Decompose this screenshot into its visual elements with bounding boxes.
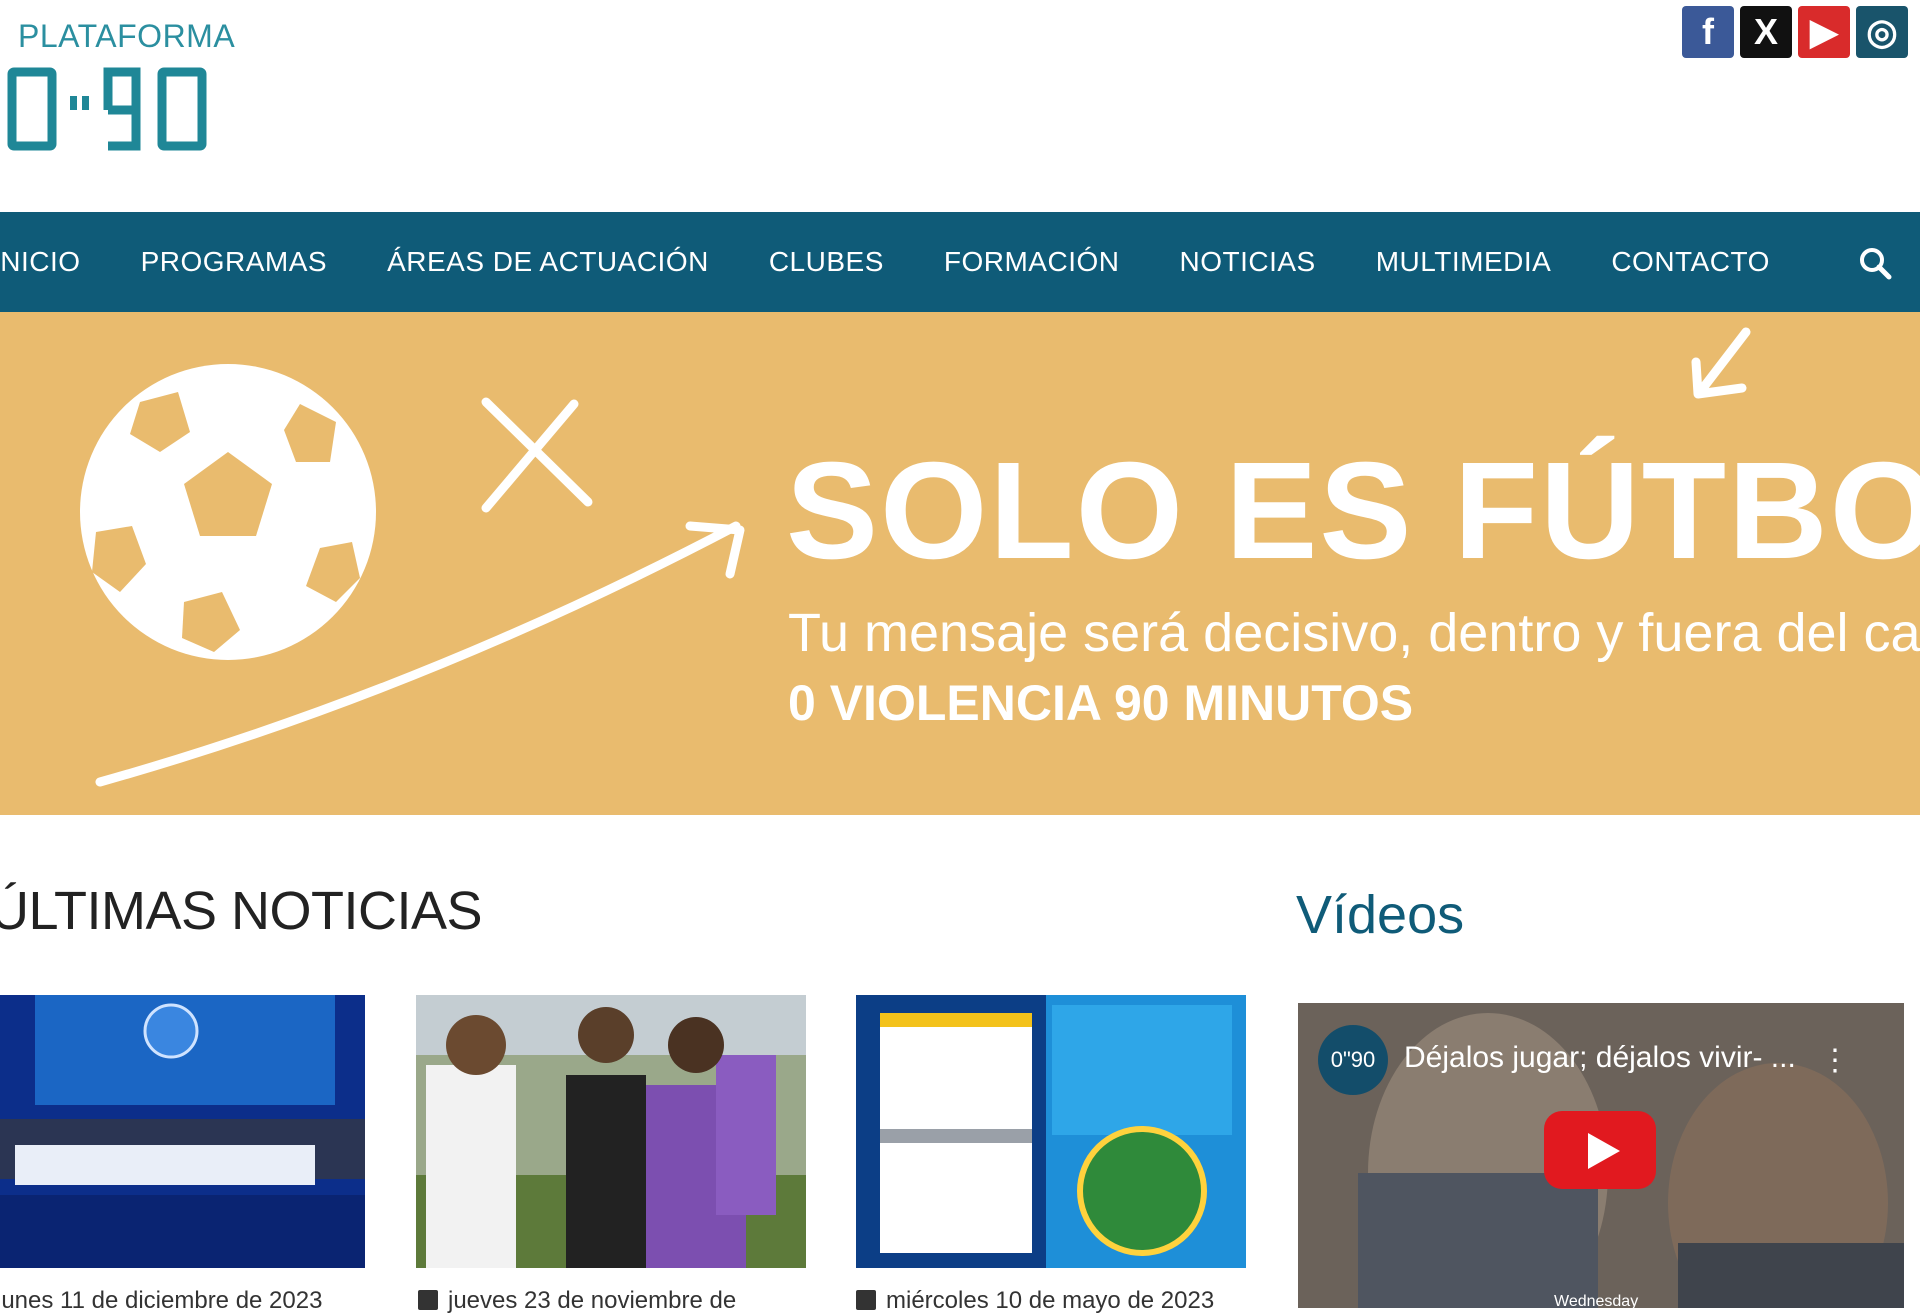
news-heading: ÚLTIMAS NOTICIAS <box>0 881 483 941</box>
players-photo <box>416 995 806 1268</box>
news-card-image[interactable] <box>856 995 1246 1268</box>
video-title[interactable]: Déjalos jugar; déjalos vivir- ... <box>1404 1041 1796 1075</box>
nav-item-contacto[interactable]: CONTACTO <box>1611 246 1770 278</box>
video-embed[interactable]: 0"90 Déjalos jugar; déjalos vivir- ... ⋮… <box>1298 1003 1904 1308</box>
more-options-icon[interactable]: ⋮ <box>1820 1043 1850 1078</box>
x-icon[interactable]: X <box>1740 6 1792 58</box>
news-date: miércoles 10 de mayo de 2023 <box>856 1287 1214 1315</box>
facebook-icon[interactable]: f <box>1682 6 1734 58</box>
x-mark-icon <box>481 397 593 513</box>
hero-title: SOLO ES FÚTBOL <box>786 434 1920 588</box>
videos-heading: Vídeos <box>1296 885 1465 945</box>
soccer-ball-icon <box>80 364 376 660</box>
news-date: lunes 11 de diciembre de 2023 <box>0 1287 323 1314</box>
site-header: PLATAFORMA f X ▶ ◎ <box>0 0 1920 212</box>
main-nav: INICIO PROGRAMAS ÁREAS DE ACTUACIÓN CLUB… <box>0 212 1920 312</box>
social-links: f X ▶ ◎ <box>1682 6 1908 58</box>
instagram-icon[interactable]: ◎ <box>1856 6 1908 58</box>
search-icon[interactable] <box>1858 246 1892 280</box>
news-card-image[interactable] <box>416 995 806 1268</box>
nav-item-inicio[interactable]: INICIO <box>0 246 81 278</box>
nav-item-multimedia[interactable]: MULTIMEDIA <box>1376 246 1552 278</box>
nav-item-areas[interactable]: ÁREAS DE ACTUACIÓN <box>387 246 709 278</box>
event-photo <box>0 995 365 1268</box>
nav-item-programas[interactable]: PROGRAMAS <box>141 246 328 278</box>
logo-top-text: PLATAFORMA <box>18 18 236 54</box>
nav-item-formacion[interactable]: FORMACIÓN <box>944 246 1120 278</box>
news-date: jueves 23 de noviembre de <box>418 1287 736 1315</box>
nav-item-noticias[interactable]: NOTICIAS <box>1179 246 1315 278</box>
tournament-poster <box>856 995 1246 1268</box>
calendar-icon <box>856 1290 876 1310</box>
play-button[interactable] <box>1544 1111 1656 1189</box>
video-caption: Wednesday <box>1554 1293 1639 1308</box>
site-logo[interactable]: PLATAFORMA <box>0 10 235 151</box>
calendar-icon <box>418 1290 438 1310</box>
news-card-image[interactable] <box>0 995 365 1268</box>
hero-tagline: 0 VIOLENCIA 90 MINUTOS <box>788 675 1414 731</box>
channel-avatar[interactable]: 0"90 <box>1318 1025 1388 1095</box>
logo-digits <box>7 67 207 151</box>
hero-subtitle: Tu mensaje será decisivo, dentro y fuera… <box>788 603 1920 663</box>
youtube-icon[interactable]: ▶ <box>1798 6 1850 58</box>
nav-item-clubes[interactable]: CLUBES <box>769 246 884 278</box>
hero-banner[interactable]: SOLO ES FÚTBOL Tu mensaje será decisivo,… <box>0 312 1920 815</box>
